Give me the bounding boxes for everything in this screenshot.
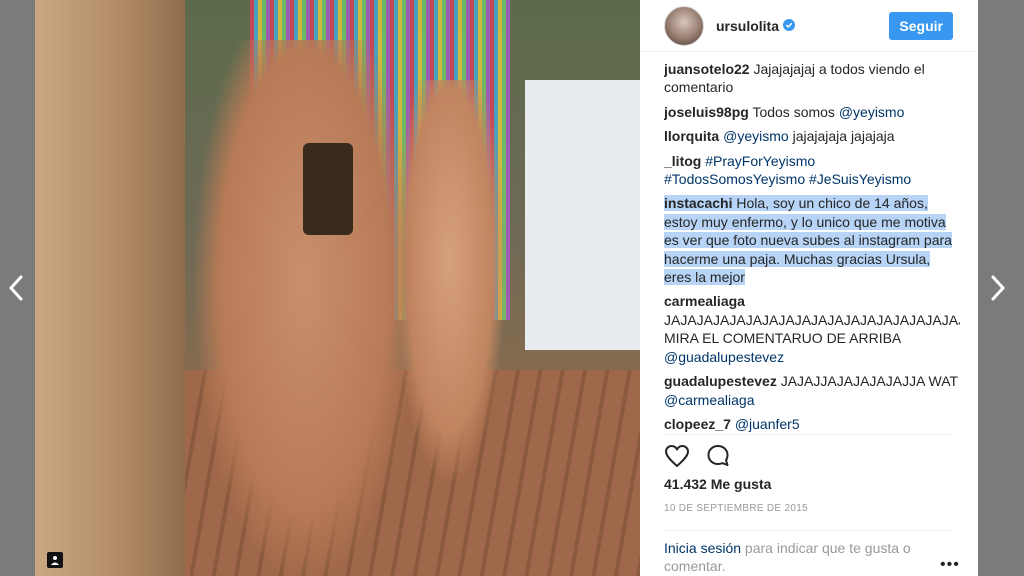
comment-text: JAJAJJAJAJAJAJAJJA WAT (776, 373, 958, 390)
comment-mention[interactable]: @yeyismo (723, 128, 789, 144)
action-bar (664, 444, 732, 468)
comment-username[interactable]: instacachi (664, 195, 733, 212)
comment-username[interactable]: juansotelo22 (664, 61, 750, 77)
comment: carmealiaga JAJAJAJAJAJAJAJAJAJAJAJAJAJA… (664, 292, 960, 366)
comment-username[interactable]: llorquita (664, 128, 719, 144)
post-header: ursulolita Seguir (640, 0, 978, 52)
comment-icon[interactable] (706, 444, 732, 468)
follow-button[interactable]: Seguir (889, 11, 953, 40)
comment-username[interactable]: joseluis98pg (664, 104, 749, 120)
comment: juansotelo22 Jajajajajaj a todos viendo … (664, 60, 960, 97)
comment-mention[interactable]: @juanfer5 (735, 416, 800, 432)
prev-post-arrow[interactable] (6, 270, 26, 306)
comment-mention[interactable]: @guadalupestevez (664, 349, 784, 365)
comment-username[interactable]: carmealiaga (664, 293, 745, 309)
comment-mention[interactable]: @yeyismo (839, 104, 905, 120)
comment: joseluis98pg Todos somos @yeyismo (664, 103, 960, 121)
likes-count[interactable]: 41.432 Me gusta (664, 476, 771, 492)
login-link[interactable]: Inicia sesión (664, 540, 741, 556)
avatar[interactable] (664, 5, 704, 46)
post-sidebar: ursulolita Seguir juansotelo22 Jajajajaj… (640, 0, 978, 576)
verified-badge-icon (783, 18, 796, 34)
login-prompt: Inicia sesión para indicar que te gusta … (664, 539, 929, 575)
user-tag-icon[interactable] (47, 552, 63, 568)
comment-username[interactable]: guadalupestevez (664, 373, 777, 389)
post-modal: ursulolita Seguir juansotelo22 Jajajajaj… (35, 0, 978, 576)
heart-icon[interactable] (664, 444, 690, 468)
comment-highlighted: instacachi Hola, soy un chico de 14 años… (664, 194, 960, 286)
comment-mention[interactable]: @carmealiaga (664, 392, 754, 408)
divider (664, 434, 954, 435)
comments-list: juansotelo22 Jajajajajaj a todos viendo … (664, 60, 960, 436)
comment: llorquita @yeyismo jajajajaja jajajaja (664, 127, 960, 145)
comment-username[interactable]: _litog (664, 153, 701, 169)
post-date: 10 DE SEPTIEMBRE DE 2015 (664, 503, 808, 514)
post-photo (35, 0, 640, 576)
divider (664, 530, 954, 531)
comment: clopeez_7 @juanfer5 (664, 415, 960, 433)
username[interactable]: ursulolita (716, 18, 779, 34)
next-post-arrow[interactable] (988, 270, 1008, 306)
comment: guadalupestevez JAJAJJAJAJAJAJAJJA WAT @… (664, 372, 960, 409)
comment: _litog #PrayForYeyismo #TodosSomosYeyism… (664, 152, 960, 189)
comment-username[interactable]: clopeez_7 (664, 416, 731, 432)
comment-text: Todos somos (748, 103, 839, 120)
more-options-icon[interactable]: ••• (940, 557, 960, 573)
comment-text: JAJAJAJAJAJAJAJAJAJAJAJAJAJAJAJAJAJAJA M… (664, 311, 960, 347)
comment-text: jajajajaja jajajaja (788, 128, 895, 145)
comment-hashtags[interactable]: #PrayForYeyismo #TodosSomosYeyismo #JeSu… (664, 153, 911, 187)
